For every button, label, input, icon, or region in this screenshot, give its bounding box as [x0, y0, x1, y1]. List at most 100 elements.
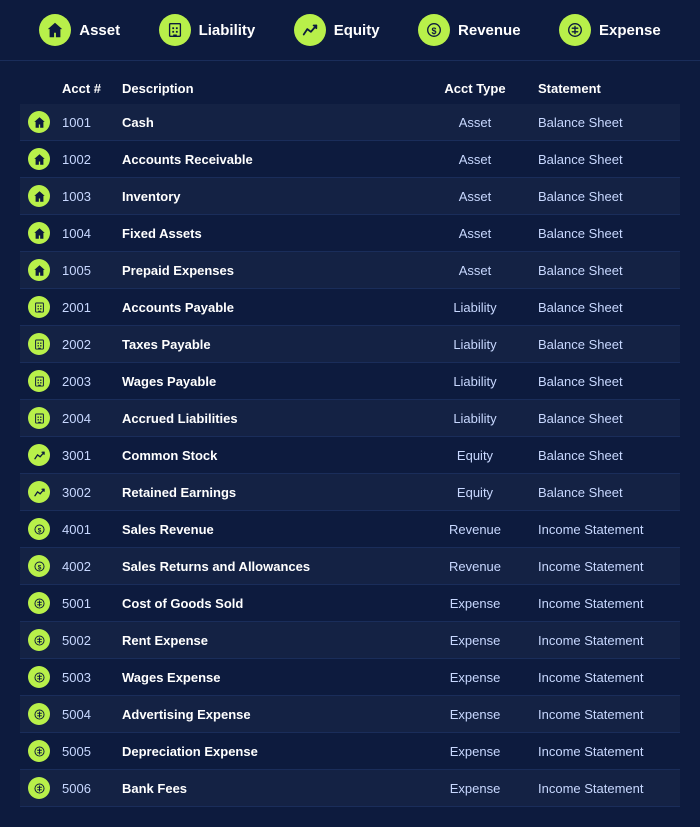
table-row[interactable]: 2002 Taxes Payable Liability Balance She… [20, 326, 680, 363]
table-row[interactable]: 5001 Cost of Goods Sold Expense Income S… [20, 585, 680, 622]
tag-row-icon [28, 777, 50, 799]
row-stmt: Income Statement [530, 622, 680, 659]
row-acct: 5002 [54, 622, 114, 659]
table-row[interactable]: 1001 Cash Asset Balance Sheet [20, 104, 680, 141]
building-row-icon [28, 370, 50, 392]
nav-item-equity[interactable]: Equity [294, 14, 380, 46]
row-stmt: Balance Sheet [530, 474, 680, 511]
row-acct: 2003 [54, 363, 114, 400]
row-acct: 5003 [54, 659, 114, 696]
row-stmt: Balance Sheet [530, 326, 680, 363]
row-type: Expense [420, 585, 530, 622]
row-stmt: Balance Sheet [530, 252, 680, 289]
home-row-icon [28, 259, 50, 281]
table-row[interactable]: 1003 Inventory Asset Balance Sheet [20, 178, 680, 215]
row-icon-cell [20, 363, 54, 400]
home-row-icon [28, 148, 50, 170]
row-acct: 3001 [54, 437, 114, 474]
row-acct: 5005 [54, 733, 114, 770]
row-acct: 5004 [54, 696, 114, 733]
table-row[interactable]: 5005 Depreciation Expense Expense Income… [20, 733, 680, 770]
header-stmt: Statement [530, 71, 680, 104]
row-stmt: Balance Sheet [530, 178, 680, 215]
row-icon-cell [20, 326, 54, 363]
row-acct: 2001 [54, 289, 114, 326]
row-type: Liability [420, 400, 530, 437]
building-row-icon [28, 333, 50, 355]
row-stmt: Balance Sheet [530, 400, 680, 437]
row-stmt: Balance Sheet [530, 215, 680, 252]
table-row[interactable]: 2004 Accrued Liabilities Liability Balan… [20, 400, 680, 437]
row-acct: 1002 [54, 141, 114, 178]
row-stmt: Balance Sheet [530, 104, 680, 141]
nav-item-liability[interactable]: Liability [159, 14, 256, 46]
row-icon-cell [20, 252, 54, 289]
row-desc: Taxes Payable [114, 326, 420, 363]
row-type: Asset [420, 178, 530, 215]
tag-icon [559, 14, 591, 46]
row-desc: Common Stock [114, 437, 420, 474]
table-row[interactable]: 3001 Common Stock Equity Balance Sheet [20, 437, 680, 474]
nav-item-expense[interactable]: Expense [559, 14, 661, 46]
row-desc: Advertising Expense [114, 696, 420, 733]
building-icon [159, 14, 191, 46]
row-acct: 5006 [54, 770, 114, 807]
row-icon-cell [20, 585, 54, 622]
table-row[interactable]: 5002 Rent Expense Expense Income Stateme… [20, 622, 680, 659]
row-type: Revenue [420, 548, 530, 585]
row-type: Expense [420, 696, 530, 733]
row-icon-cell [20, 289, 54, 326]
row-icon-cell [20, 178, 54, 215]
chart-row-icon [28, 444, 50, 466]
nav-item-asset[interactable]: Asset [39, 14, 120, 46]
row-stmt: Balance Sheet [530, 363, 680, 400]
table-row[interactable]: 2001 Accounts Payable Liability Balance … [20, 289, 680, 326]
row-icon-cell [20, 474, 54, 511]
table-row[interactable]: 1005 Prepaid Expenses Asset Balance Shee… [20, 252, 680, 289]
header-type: Acct Type [420, 71, 530, 104]
row-acct: 2002 [54, 326, 114, 363]
row-type: Liability [420, 363, 530, 400]
table-row[interactable]: 4002 Sales Returns and Allowances Revenu… [20, 548, 680, 585]
row-type: Expense [420, 733, 530, 770]
row-acct: 1005 [54, 252, 114, 289]
nav-label-revenue: Revenue [458, 22, 521, 39]
table-row[interactable]: 4001 Sales Revenue Revenue Income Statem… [20, 511, 680, 548]
home-row-icon [28, 222, 50, 244]
table-row[interactable]: 5004 Advertising Expense Expense Income … [20, 696, 680, 733]
row-type: Asset [420, 104, 530, 141]
row-icon-cell [20, 696, 54, 733]
table-row[interactable]: 5003 Wages Expense Expense Income Statem… [20, 659, 680, 696]
dollar-row-icon [28, 518, 50, 540]
row-acct: 1003 [54, 178, 114, 215]
table-row[interactable]: 2003 Wages Payable Liability Balance She… [20, 363, 680, 400]
row-desc: Wages Expense [114, 659, 420, 696]
row-acct: 5001 [54, 585, 114, 622]
dollar-row-icon [28, 555, 50, 577]
nav-label-expense: Expense [599, 22, 661, 39]
table-row[interactable]: 3002 Retained Earnings Equity Balance Sh… [20, 474, 680, 511]
row-desc: Wages Payable [114, 363, 420, 400]
nav-item-revenue[interactable]: Revenue [418, 14, 521, 46]
row-icon-cell [20, 770, 54, 807]
row-icon-cell [20, 104, 54, 141]
row-acct: 4001 [54, 511, 114, 548]
chart-row-icon [28, 481, 50, 503]
row-stmt: Income Statement [530, 733, 680, 770]
row-acct: 4002 [54, 548, 114, 585]
row-desc: Depreciation Expense [114, 733, 420, 770]
tag-row-icon [28, 592, 50, 614]
row-icon-cell [20, 548, 54, 585]
tag-row-icon [28, 629, 50, 651]
row-icon-cell [20, 215, 54, 252]
building-row-icon [28, 296, 50, 318]
table-row[interactable]: 1004 Fixed Assets Asset Balance Sheet [20, 215, 680, 252]
row-type: Revenue [420, 511, 530, 548]
table-row[interactable]: 1002 Accounts Receivable Asset Balance S… [20, 141, 680, 178]
row-stmt: Income Statement [530, 770, 680, 807]
row-acct: 2004 [54, 400, 114, 437]
table-row[interactable]: 5006 Bank Fees Expense Income Statement [20, 770, 680, 807]
row-desc: Fixed Assets [114, 215, 420, 252]
row-icon-cell [20, 141, 54, 178]
row-stmt: Income Statement [530, 696, 680, 733]
